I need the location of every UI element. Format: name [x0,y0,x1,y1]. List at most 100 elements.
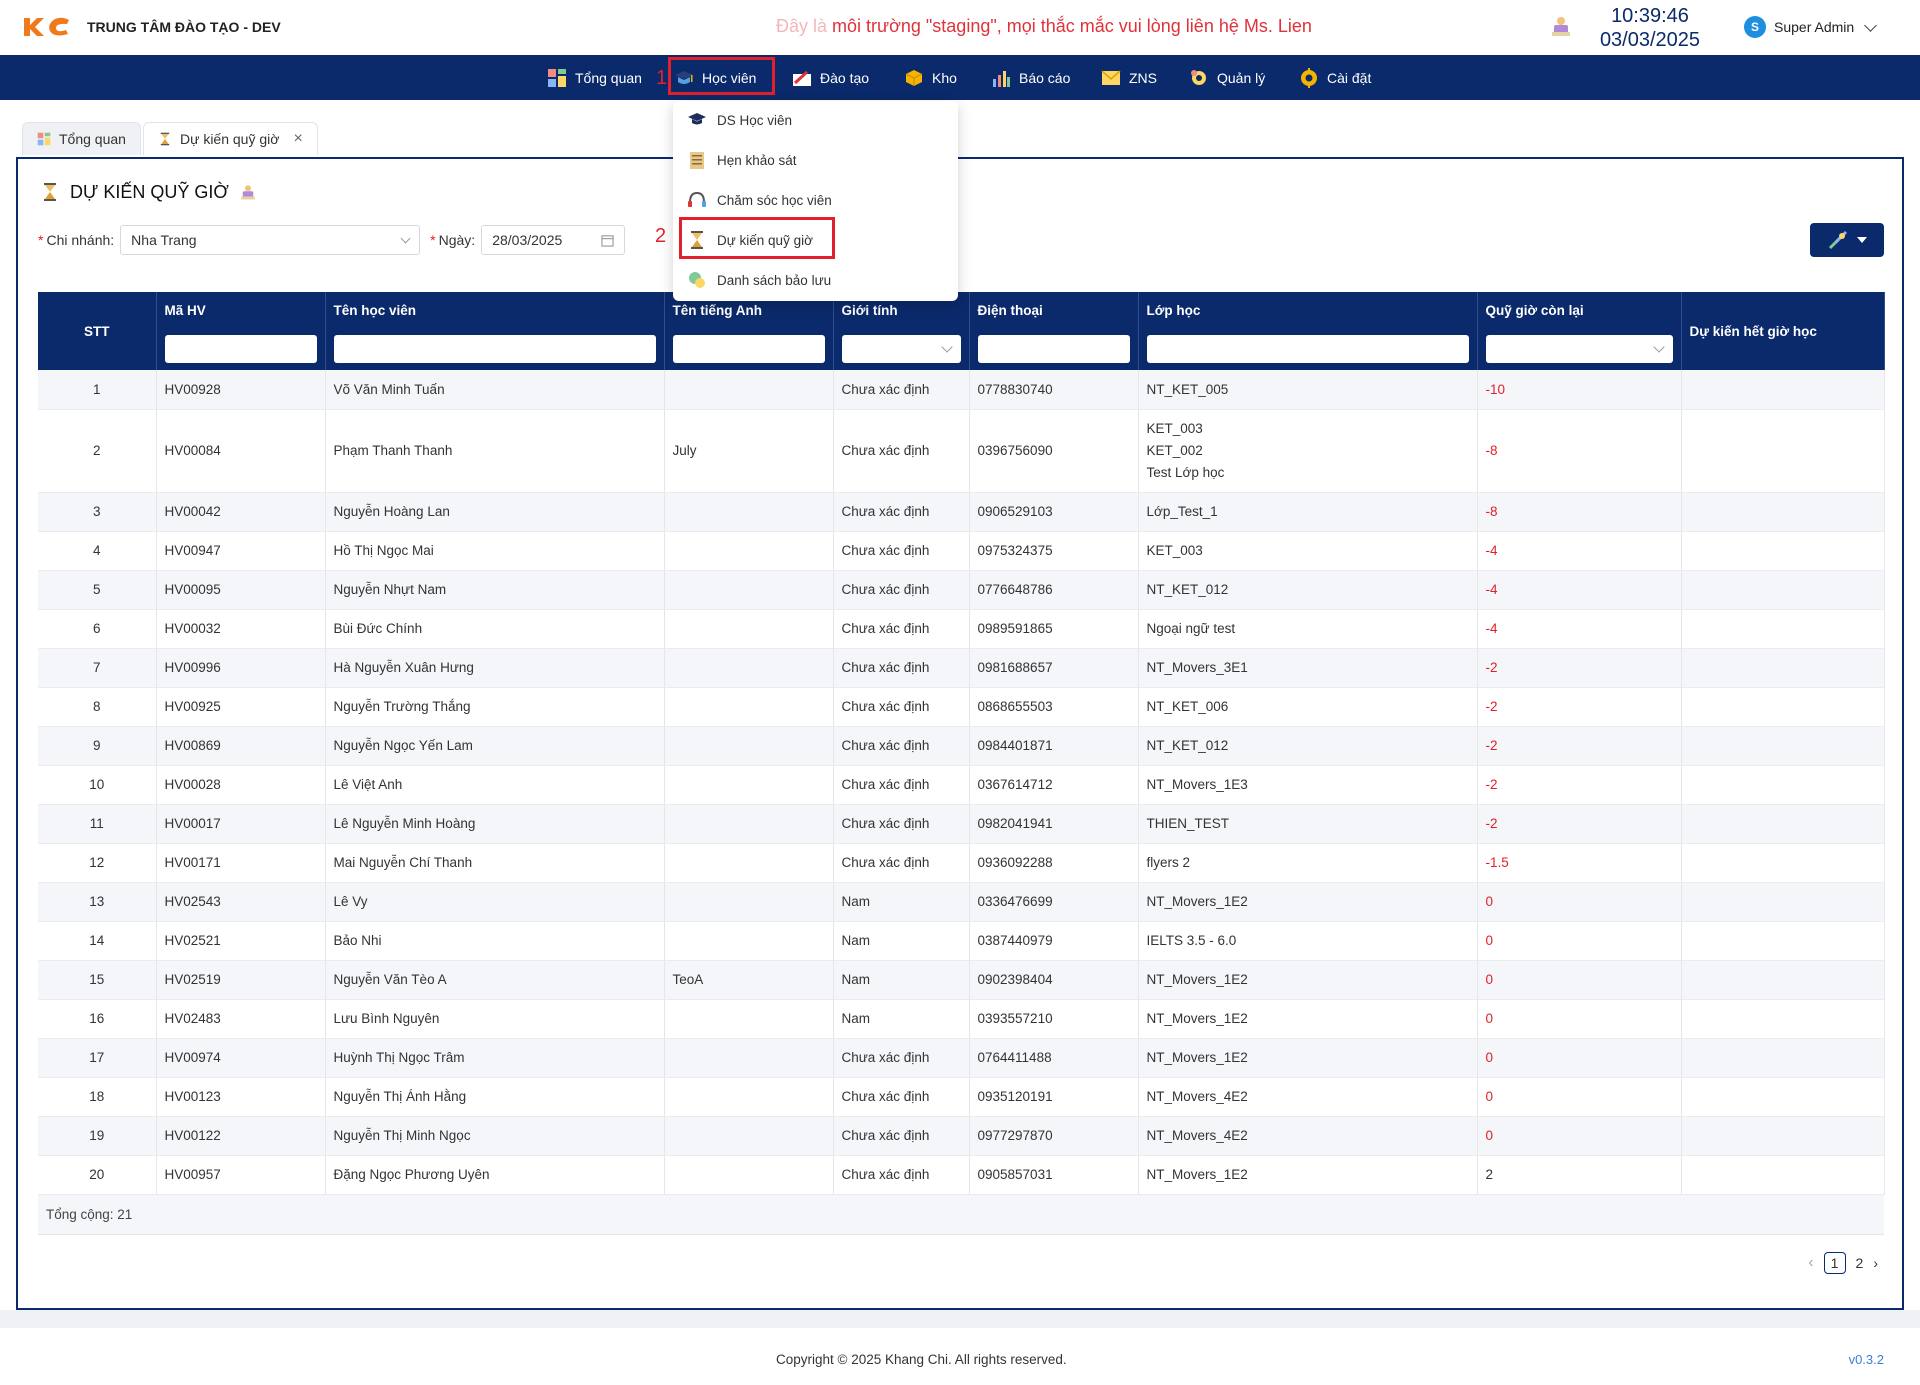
table-row[interactable]: 3 HV00042 Nguyễn Hoàng Lan Chưa xác định 090… [38,492,1885,532]
org-name: TRUNG TÂM ĐÀO TẠO - DEV [87,19,281,35]
col-header-expected-end: Dự kiến hết giờ học [1681,292,1885,370]
filter-name-input[interactable] [333,335,656,363]
cell-code: HV00974 [156,1038,326,1078]
cell-phone: 0977297870 [969,1116,1139,1156]
tab-overview[interactable]: Tổng quan [22,122,141,155]
calendar-icon [601,234,614,247]
table-row[interactable]: 13 HV02543 Lê Vy Nam 0336476699 NT_Movers_1E2… [38,882,1885,922]
table-row[interactable]: 7 HV00996 Hà Nguyễn Xuân Hưng Chưa xác định… [38,648,1885,688]
nav-item-overview[interactable]: Tổng quan [547,55,642,100]
nav-item-warehouse[interactable]: Kho [904,55,957,100]
nav-item-management[interactable]: Quản lý [1189,55,1265,100]
step-marker-1: 1 [656,67,668,89]
prev-page-button[interactable]: ‹ [1808,1254,1813,1272]
filter-code-input[interactable] [164,335,317,363]
table-row[interactable]: 15 HV02519 Nguyễn Văn Tèo A TeoA Nam 09023984… [38,960,1885,1000]
menu-item-student-care[interactable]: Chăm sóc học viên [687,185,832,215]
cell-name: Mai Nguyễn Chí Thanh [325,843,665,883]
cell-stt: 20 [38,1155,157,1195]
tools-button[interactable] [1810,223,1884,257]
cell-phone: 0989591865 [969,609,1139,649]
branch-select[interactable]: Nha Trang [120,225,421,255]
cell-phone: 0982041941 [969,804,1139,844]
cell-expected-end [1681,687,1885,727]
table-row[interactable]: 19 HV00122 Nguyễn Thị Minh Ngọc Chưa xác đị… [38,1116,1885,1156]
cell-remaining-hours: 0 [1477,999,1682,1039]
table-row[interactable]: 17 HV00974 Huỳnh Thị Ngọc Trâm Chưa xác địn… [38,1038,1885,1078]
nav-item-settings[interactable]: Cài đặt [1299,55,1371,100]
receptionist-icon[interactable] [1549,14,1573,38]
cell-code: HV00928 [156,370,326,410]
cell-expected-end [1681,531,1885,571]
table-row[interactable]: 16 HV02483 Lưu Bình Nguyên Nam 0393557210 NT_… [38,999,1885,1039]
cell-english-name [664,492,834,532]
menu-item-survey-appointment[interactable]: Hẹn khảo sát [687,145,797,175]
cell-remaining-hours: 2 [1477,1155,1682,1195]
cell-remaining-hours: 0 [1477,882,1682,922]
cell-gender: Chưa xác định [833,492,970,532]
cell-stt: 11 [38,804,157,844]
filter-hours-select[interactable] [1485,335,1673,363]
next-page-button[interactable]: › [1873,1255,1878,1271]
tools-icon [1828,230,1848,250]
cell-phone: 0981688657 [969,648,1139,688]
filter-phone-input[interactable] [977,335,1130,363]
table-row[interactable]: 20 HV00957 Đặng Ngọc Phương Uyên Chưa xác đ… [38,1155,1885,1195]
table-row[interactable]: 6 HV00032 Bùi Đức Chính Chưa xác định 098959… [38,609,1885,649]
cell-gender: Chưa xác định [833,1116,970,1156]
table-row[interactable]: 2 HV00084 Phạm Thanh Thanh July Chưa xác địn… [38,409,1885,493]
cell-code: HV02519 [156,960,326,1000]
kc-logo-icon[interactable] [22,16,72,38]
cell-name: Bảo Nhi [325,921,665,961]
cell-stt: 15 [38,960,157,1000]
graduation-cap-icon [688,113,706,125]
cell-name: Hồ Thị Ngọc Mai [325,531,665,571]
table-row[interactable]: 1 HV00928 Võ Văn Minh Tuấn Chưa xác định 077… [38,370,1885,410]
table-row[interactable]: 8 HV00925 Nguyễn Trường Thắng Chưa xác định… [38,687,1885,727]
cell-remaining-hours: -1.5 [1477,843,1682,883]
cell-stt: 7 [38,648,157,688]
receptionist-icon[interactable] [239,183,257,201]
cell-class: NT_Movers_3E1 [1138,648,1478,688]
nav-item-zns[interactable]: ZNS [1101,55,1157,100]
cell-class: NT_Movers_4E2 [1138,1116,1478,1156]
table-row[interactable]: 11 HV00017 Lê Nguyễn Minh Hoàng Chưa xác đị… [38,804,1885,844]
cell-code: HV02483 [156,999,326,1039]
table-row[interactable]: 14 HV02521 Bảo Nhi Nam 0387440979 IELTS 3.5 -… [38,921,1885,961]
cell-english-name: July [664,409,834,493]
table-row[interactable]: 18 HV00123 Nguyễn Thị Ánh Hằng Chưa xác địn… [38,1077,1885,1117]
close-icon[interactable]: × [293,130,302,148]
cell-gender: Nam [833,921,970,961]
cell-gender: Chưa xác định [833,531,970,571]
tab-hours-forecast[interactable]: Dự kiến quỹ giờ × [142,122,318,155]
user-menu[interactable]: S Super Admin [1744,16,1878,38]
cell-code: HV00925 [156,687,326,727]
nav-item-reports[interactable]: Báo cáo [991,55,1070,100]
class-name: KET_003 [1146,543,1203,558]
cell-expected-end [1681,765,1885,805]
dashboard-icon [548,68,566,87]
class-name: NT_KET_006 [1146,699,1229,714]
filter-gender-select[interactable] [841,335,961,363]
table-row[interactable]: 9 HV00869 Nguyễn Ngọc Yến Lam Chưa xác định… [38,726,1885,766]
page-2-button[interactable]: 2 [1856,1255,1864,1271]
nav-item-training[interactable]: Đào tạo [792,55,869,100]
date-picker[interactable]: 28/03/2025 [481,225,626,255]
filter-class-input[interactable] [1146,335,1469,363]
tab-label: Tổng quan [59,131,126,147]
page-1-button[interactable]: 1 [1823,1252,1846,1274]
cell-gender: Chưa xác định [833,765,970,805]
table-row[interactable]: 5 HV00095 Nguyễn Nhựt Nam Chưa xác định 0776… [38,570,1885,610]
table-row[interactable]: 4 HV00947 Hồ Thị Ngọc Mai Chưa xác định 0975… [38,531,1885,571]
menu-item-student-list[interactable]: DS Học viên [687,105,792,135]
cell-name: Nguyễn Ngọc Yến Lam [325,726,665,766]
filter-english-name-input[interactable] [672,335,825,363]
menu-item-reserve-list[interactable]: Danh sách bảo lưu [687,265,831,295]
cell-code: HV02521 [156,921,326,961]
cell-expected-end [1681,1155,1885,1195]
table-row[interactable]: 12 HV00171 Mai Nguyễn Chí Thanh Chưa xác đị… [38,843,1885,883]
table-row[interactable]: 10 HV00028 Lê Việt Anh Chưa xác định 0367614… [38,765,1885,805]
cell-name: Lê Nguyễn Minh Hoàng [325,804,665,844]
cell-name: Đặng Ngọc Phương Uyên [325,1155,665,1195]
cell-class: NT_Movers_1E2 [1138,1155,1478,1195]
